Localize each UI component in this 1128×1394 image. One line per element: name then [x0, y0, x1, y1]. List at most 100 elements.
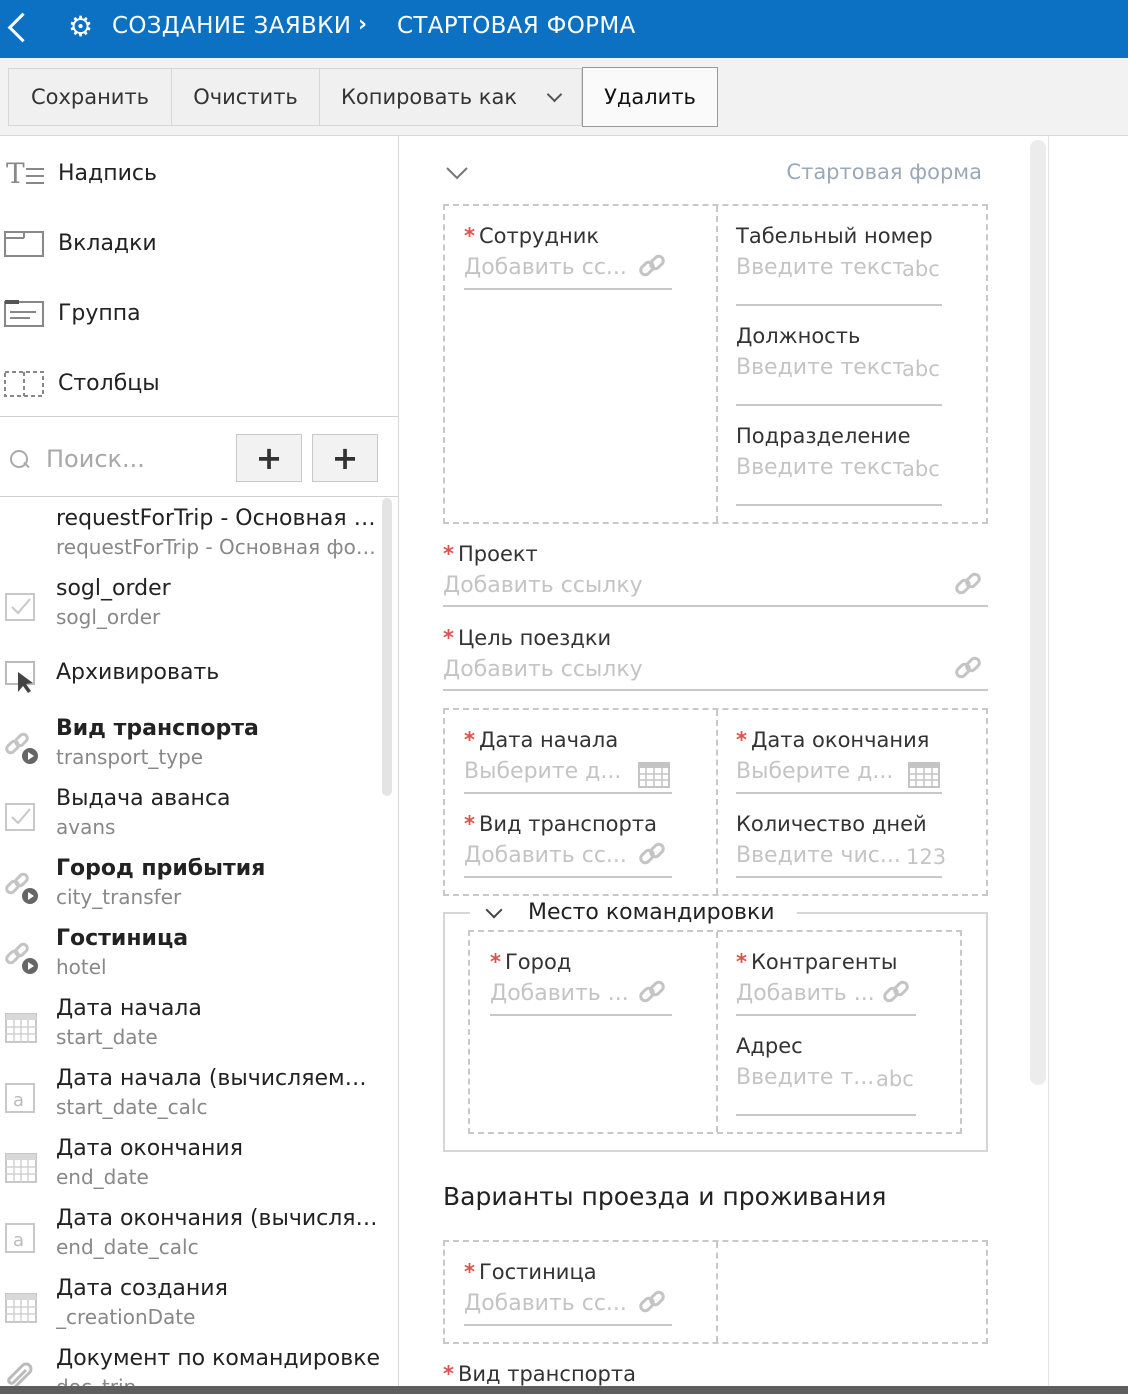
field-system-name: hotel — [56, 955, 107, 979]
field-list-item[interactable]: Дата создания _creationDate — [0, 1268, 385, 1338]
field-system-name: sogl_order — [56, 605, 161, 629]
link-icon[interactable] — [952, 652, 984, 684]
save-button[interactable]: Сохранить — [8, 68, 172, 126]
underline — [490, 1014, 672, 1016]
field-list-item[interactable]: Архивировать — [0, 638, 385, 708]
field-title: Вид транспорта — [56, 716, 259, 741]
save-button-label: Сохранить — [30, 85, 150, 109]
employee-label-text: Сотрудник — [478, 224, 600, 248]
underline — [464, 288, 672, 290]
field-list-item[interactable]: Дата окончания end_date — [0, 1128, 385, 1198]
field-system-name: avans — [56, 815, 116, 839]
position-field[interactable]: Введите текст — [736, 355, 905, 380]
calendar-icon[interactable] — [908, 760, 940, 788]
field-list-item[interactable]: Гостиница hotel — [0, 918, 385, 988]
field-list-item[interactable]: a Дата окончания (вычисляемый) end_date_ca… — [0, 1198, 385, 1268]
link-icon[interactable] — [636, 1286, 668, 1318]
transport-field[interactable]: Добавить сс... — [464, 843, 627, 868]
department-field[interactable]: Введите текст — [736, 455, 905, 480]
address-label: Адрес — [736, 1034, 803, 1058]
tool-columns[interactable]: Столбцы — [0, 358, 398, 408]
trip-goal-field[interactable]: Добавить ссылку — [443, 657, 643, 682]
chevron-left-icon[interactable] — [0, 0, 40, 58]
calendar-icon — [4, 1150, 38, 1184]
group-title: Место командировки — [528, 900, 775, 925]
required-mark: * — [736, 950, 747, 974]
gear-icon[interactable]: ⚙ — [68, 13, 93, 41]
field-title: Архивировать — [56, 660, 220, 685]
field-list-item[interactable]: Выдача аванса avans — [0, 778, 385, 848]
tool-group[interactable]: Группа — [0, 288, 398, 338]
cursor-icon — [4, 660, 38, 694]
required-mark: * — [464, 224, 475, 248]
group-header[interactable]: Место командировки — [470, 900, 797, 925]
clear-button[interactable]: Очистить — [171, 68, 320, 126]
link-icon[interactable] — [880, 976, 912, 1008]
breadcrumb-title[interactable]: СОЗДАНИЕ ЗАЯВКИ — [112, 13, 351, 39]
field-list-item[interactable]: a Дата начала (вычисляемый) start_date_cal… — [0, 1058, 385, 1128]
svg-text:a: a — [13, 1230, 24, 1251]
start-date-field[interactable]: Выберите д... — [464, 759, 621, 784]
add-button-1[interactable]: + — [236, 434, 302, 482]
required-mark: * — [443, 1362, 454, 1386]
scrollbar[interactable] — [382, 498, 392, 796]
field-list-item[interactable]: requestForTrip - Основная форма requestFo… — [0, 498, 385, 568]
calendar-icon — [4, 1290, 38, 1324]
field-system-name: start_date_calc — [56, 1095, 208, 1119]
field-title: requestForTrip - Основная форма — [56, 506, 382, 531]
link-icon[interactable] — [636, 838, 668, 870]
field-title: Документ по командировке — [56, 1346, 381, 1371]
end-date-field[interactable]: Выберите д... — [736, 759, 893, 784]
tool-label[interactable]: T Надпись — [0, 148, 398, 198]
end-date-label-text: Дата окончания — [750, 728, 930, 752]
divider — [0, 496, 398, 497]
clear-button-label: Очистить — [193, 85, 298, 109]
hotel-field[interactable]: Добавить сс... — [464, 1291, 627, 1316]
chevron-down-icon[interactable] — [443, 163, 471, 183]
link-icon[interactable] — [636, 976, 668, 1008]
field-list-item[interactable]: Дата начала start_date — [0, 988, 385, 1058]
tab-number-field[interactable]: Введите текст — [736, 255, 905, 280]
start-date-label-text: Дата начала — [478, 728, 619, 752]
toolbar: Сохранить Очистить Копировать как Удалит… — [0, 58, 1128, 136]
chevron-down-icon[interactable] — [485, 901, 503, 918]
field-system-name: start_date — [56, 1025, 158, 1049]
field-list-item[interactable]: Город прибытия city_transfer — [0, 848, 385, 918]
days-label: Количество дней — [736, 812, 927, 836]
underline — [736, 304, 942, 306]
add-button-2[interactable]: + — [312, 434, 378, 482]
search-placeholder: Поиск... — [46, 445, 145, 473]
underline — [736, 504, 942, 506]
text-type-icon: abc — [902, 457, 940, 481]
calendar-icon[interactable] — [638, 760, 670, 788]
link-icon[interactable] — [952, 568, 984, 600]
tool-columns-text: Столбцы — [58, 370, 160, 396]
chevron-down-icon — [546, 86, 563, 102]
search-input[interactable]: Поиск... — [8, 436, 228, 482]
city-field[interactable]: Добавить ... — [490, 981, 629, 1006]
link-play-icon — [4, 940, 38, 974]
tool-tabs[interactable]: Вкладки — [0, 218, 398, 268]
position-label: Должность — [736, 324, 861, 348]
group-icon — [4, 300, 44, 327]
section-title: Варианты проезда и проживания — [443, 1182, 887, 1211]
tab-number-label: Табельный номер — [736, 224, 933, 248]
link-icon[interactable] — [636, 250, 668, 282]
link-play-icon — [4, 870, 38, 904]
days-field[interactable]: Введите чис... — [736, 843, 901, 868]
field-list-item[interactable]: Вид транспорта transport_type — [0, 708, 385, 778]
address-field[interactable]: Введите т... — [736, 1065, 874, 1090]
tool-group-text: Группа — [58, 300, 141, 326]
start-date-label: * Дата начала — [464, 728, 618, 752]
scrollbar[interactable] — [1030, 140, 1046, 1085]
delete-button[interactable]: Удалить — [582, 67, 718, 127]
copy-as-dropdown[interactable]: Копировать как — [319, 68, 582, 126]
employee-field[interactable]: Добавить сс... — [464, 255, 627, 280]
contractors-label-text: Контрагенты — [750, 950, 898, 974]
field-list-item[interactable]: sogl_order sogl_order — [0, 568, 385, 638]
project-field[interactable]: Добавить ссылку — [443, 573, 643, 598]
contractors-field[interactable]: Добавить ... — [736, 981, 875, 1006]
tool-tabs-text: Вкладки — [58, 230, 157, 256]
form-title: Стартовая форма — [786, 160, 982, 184]
field-title: Город прибытия — [56, 856, 266, 881]
